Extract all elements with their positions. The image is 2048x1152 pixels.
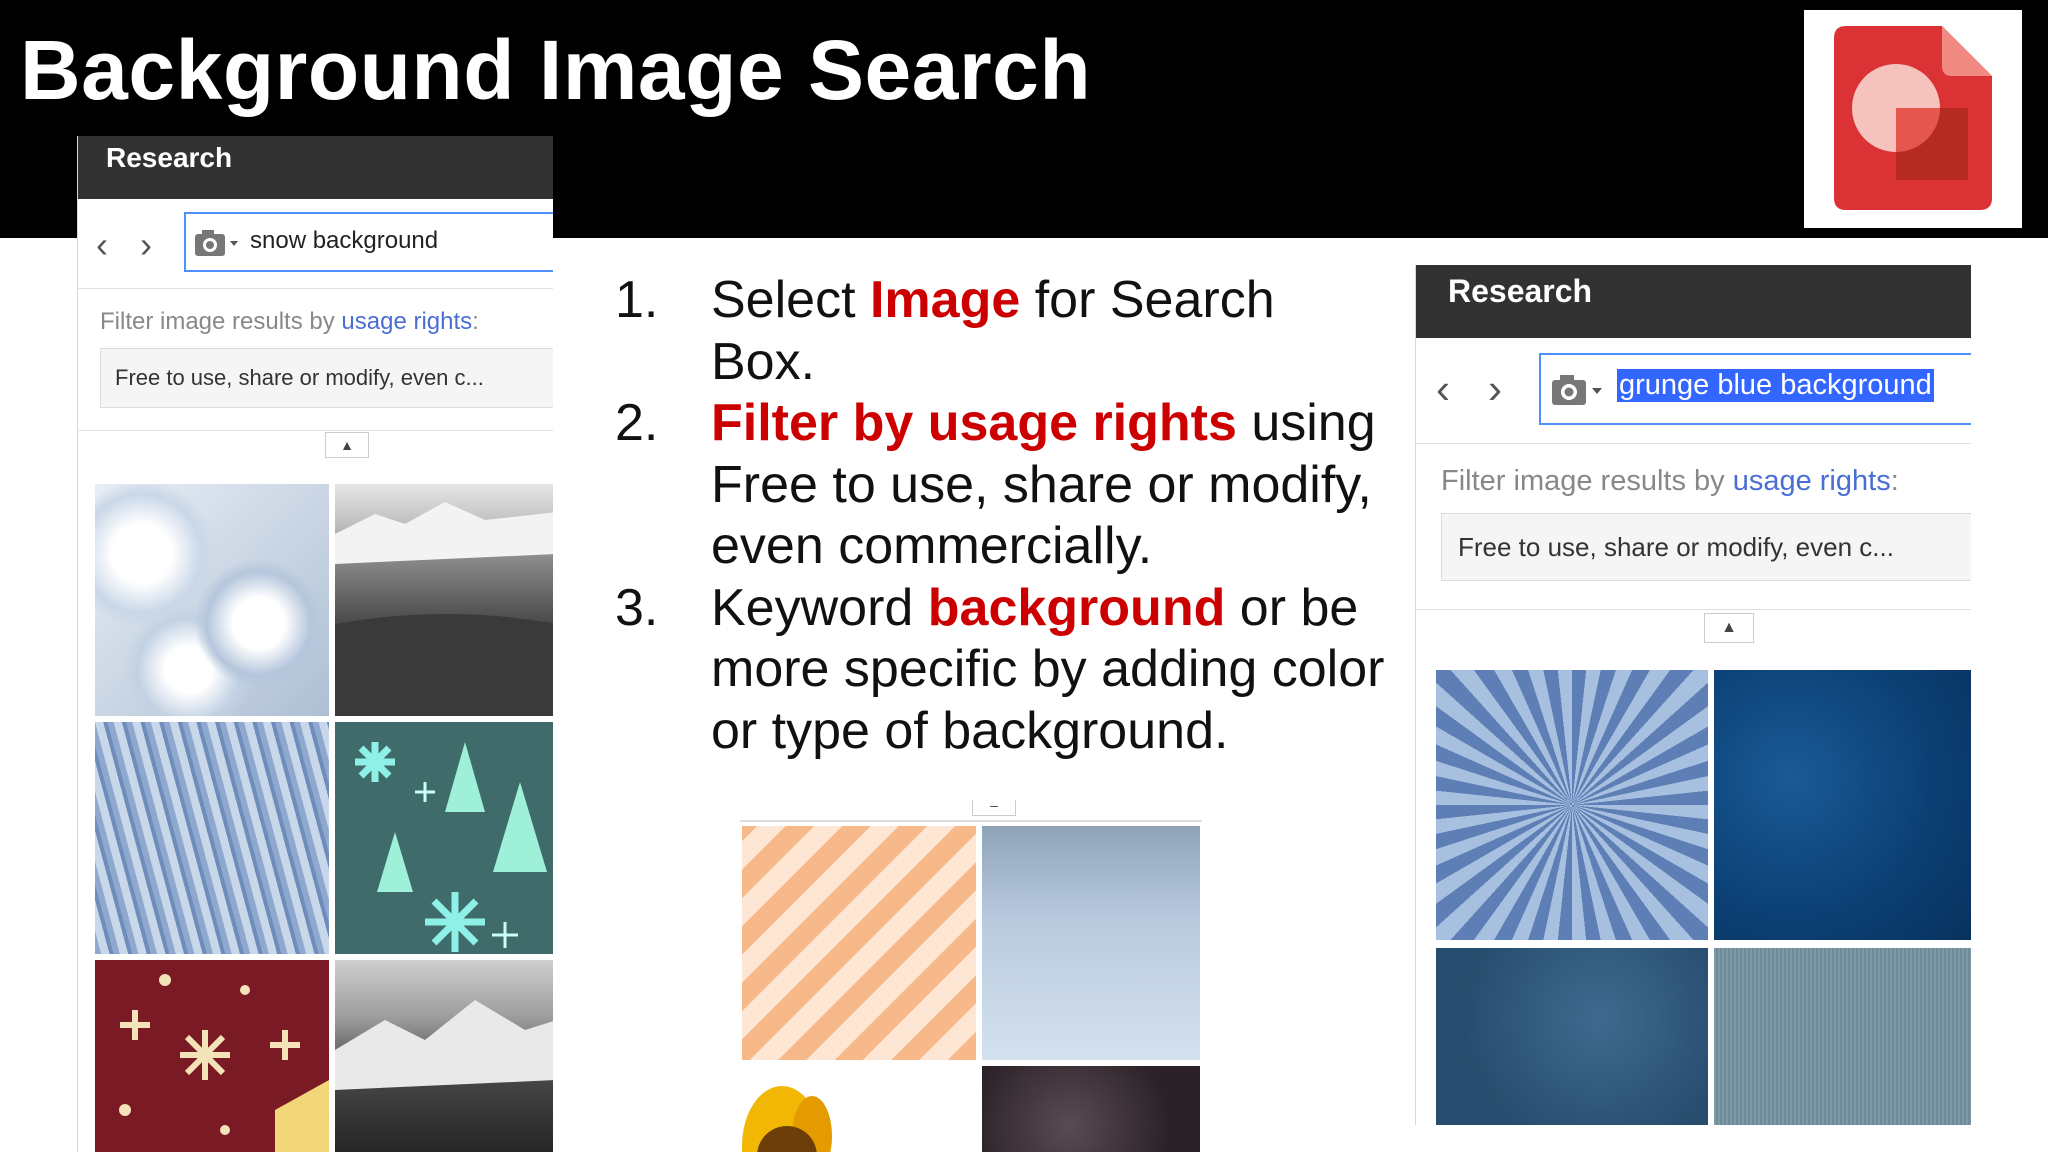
red-snowflake-pattern-image[interactable] xyxy=(95,960,329,1152)
usage-rights-link[interactable]: usage rights xyxy=(341,308,472,335)
blue-texture-image[interactable] xyxy=(1436,948,1708,1125)
step-highlight: background xyxy=(927,578,1226,637)
step-number: 2. xyxy=(615,394,659,452)
step-highlight: Filter by usage rights xyxy=(711,394,1237,452)
mountain-forest-bw-image[interactable] xyxy=(335,484,553,716)
grey-blue-fabric-image[interactable] xyxy=(1714,948,1971,1125)
forward-arrow-icon[interactable]: › xyxy=(140,224,152,266)
usage-rights-link[interactable]: usage rights xyxy=(1733,465,1891,497)
blue-sunburst-image[interactable] xyxy=(1436,670,1708,940)
forward-arrow-icon[interactable]: › xyxy=(1488,365,1502,413)
step-number: 3. xyxy=(615,578,659,637)
usage-rights-dropdown[interactable]: Free to use, share or modify, even c... xyxy=(1441,513,1971,581)
step-1: 1. Select Image for Search Box. xyxy=(615,270,1385,393)
step-3: 3. Keyword background or be more specifi… xyxy=(615,578,1385,763)
filter-label: Filter image results by usage rights: xyxy=(1441,465,1899,498)
image-results-grid: – xyxy=(740,800,1202,1152)
instruction-steps: 1. Select Image for Search Box. 2. Filte… xyxy=(615,270,1385,762)
panel-header: Research xyxy=(1416,265,1971,338)
step-text: Keyword xyxy=(711,578,928,637)
light-blue-gradient-image[interactable] xyxy=(982,826,1200,1060)
collapse-button[interactable]: – xyxy=(972,800,1016,816)
divider xyxy=(740,820,1202,822)
filter-suffix: : xyxy=(472,308,479,335)
camera-dropdown-icon[interactable] xyxy=(194,228,240,258)
step-number: 1. xyxy=(615,271,659,329)
step-highlight: Image xyxy=(869,271,1021,329)
divider xyxy=(1416,609,1971,610)
filter-prefix: Filter image results by xyxy=(1441,465,1733,497)
step-text: Select xyxy=(711,271,870,329)
camera-dropdown-icon[interactable] xyxy=(1551,373,1605,407)
mountain-range-bw-image[interactable] xyxy=(335,960,553,1152)
collapse-button[interactable]: ▲ xyxy=(1704,613,1754,643)
slide-title: Background Image Search xyxy=(20,23,1092,117)
filter-label: Filter image results by usage rights: xyxy=(100,308,479,336)
step-2: 2. Filter by usage rights using Free to … xyxy=(615,393,1385,578)
panel-header: Research xyxy=(78,136,553,199)
dark-blue-grunge-image[interactable] xyxy=(1714,670,1971,940)
divider xyxy=(78,430,553,431)
research-panel-right: Research ‹ › grunge blue background Filt… xyxy=(1415,265,1971,1125)
search-input[interactable]: grunge blue background xyxy=(1539,353,1971,425)
research-panel-left: Research ‹ › snow background Filter imag… xyxy=(77,136,553,1152)
search-query: grunge blue background xyxy=(1617,369,1934,402)
logo-box xyxy=(1804,10,2022,228)
dark-texture-image[interactable] xyxy=(982,1066,1200,1152)
teal-snowflake-pattern-image[interactable] xyxy=(335,722,553,954)
sunflower-image[interactable] xyxy=(742,1066,976,1152)
collapse-button[interactable]: ▲ xyxy=(325,432,369,458)
usage-rights-dropdown[interactable]: Free to use, share or modify, even c... xyxy=(100,348,553,408)
orange-stripes-image[interactable] xyxy=(742,826,976,1060)
search-input[interactable]: snow background xyxy=(184,212,553,272)
filter-suffix: : xyxy=(1890,465,1899,497)
back-arrow-icon[interactable]: ‹ xyxy=(96,224,108,266)
frosted-trees-image[interactable] xyxy=(95,722,329,954)
divider xyxy=(78,288,553,289)
divider xyxy=(1416,443,1971,444)
search-query: snow background xyxy=(250,227,439,254)
filter-prefix: Filter image results by xyxy=(100,308,342,335)
snow-surface-image[interactable] xyxy=(95,484,329,716)
back-arrow-icon[interactable]: ‹ xyxy=(1436,365,1450,413)
google-slides-icon xyxy=(1834,26,1992,210)
